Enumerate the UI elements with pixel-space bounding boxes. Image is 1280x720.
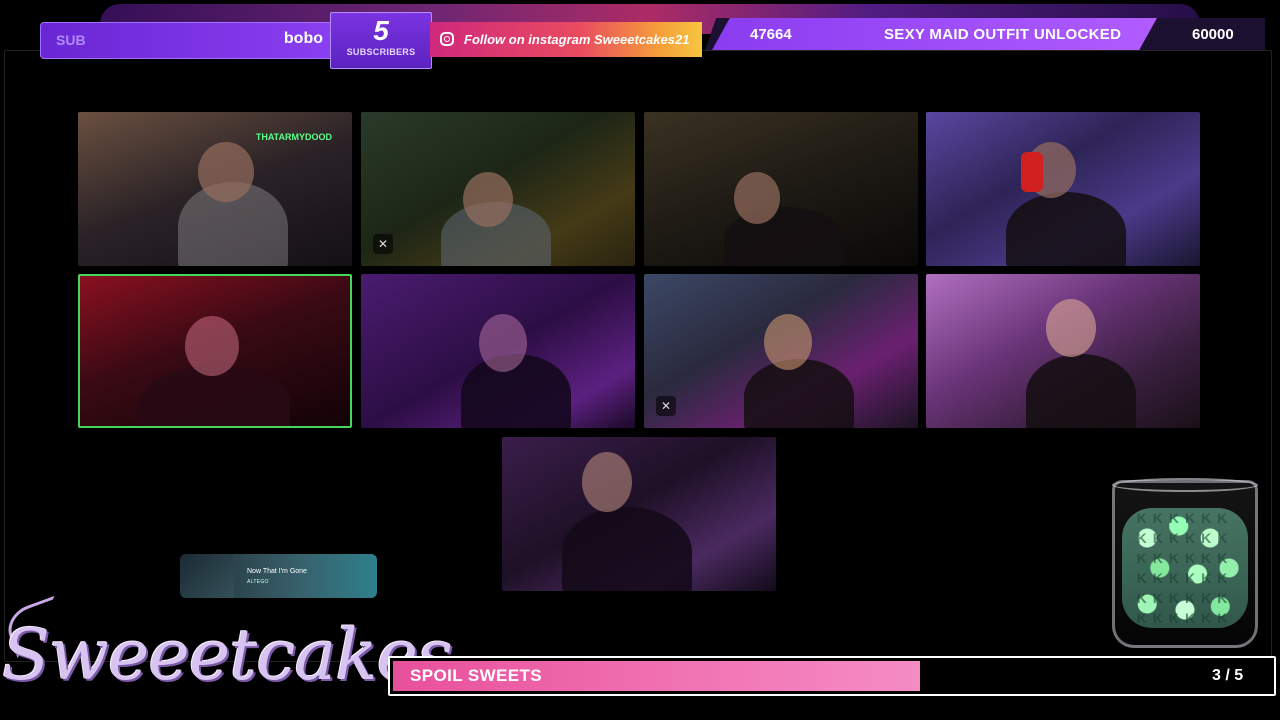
video-tile-3[interactable]: [644, 112, 918, 266]
neon-sign: THATARMYDOOD: [255, 132, 332, 142]
participant-head: [198, 142, 254, 202]
now-playing-widget: Now That I'm Gone ALTEGO: [180, 554, 377, 598]
goal-target-value: 60000: [1192, 26, 1234, 43]
video-tile-1[interactable]: THATARMYDOOD: [78, 112, 352, 266]
goal-text: SEXY MAID OUTFIT UNLOCKED: [884, 26, 1122, 43]
subscriber-count: 5: [373, 15, 389, 46]
spoil-progress-count: 3 / 5: [1212, 667, 1244, 684]
album-art: [180, 554, 234, 598]
track-title: Now That I'm Gone: [247, 568, 307, 575]
spoil-progress-label: SPOIL SWEETS: [410, 666, 543, 685]
latest-sub-name: bobo: [283, 30, 323, 47]
participant-head: [1046, 299, 1096, 357]
red-cup: [1021, 152, 1043, 192]
subscriber-count-label: SUBSCRIBERS: [346, 47, 416, 57]
participant-head: [582, 452, 632, 512]
video-tile-2[interactable]: ✕: [361, 112, 635, 266]
instagram-text: Follow on instagram Sweeetcakes21: [464, 32, 690, 47]
track-artist: ALTEGO: [247, 579, 269, 585]
video-tile-7[interactable]: ✕: [644, 274, 918, 428]
instagram-banner: Follow on instagram Sweeetcakes21: [430, 22, 702, 57]
subscriber-count-box: 5 SUBSCRIBERS: [330, 12, 432, 69]
participant-head: [185, 316, 239, 376]
participant-head: [463, 172, 513, 227]
video-tile-4[interactable]: [926, 112, 1200, 266]
tip-jar-rim: [1112, 478, 1258, 492]
participant-silhouette: [1026, 354, 1136, 428]
video-tile-6[interactable]: [361, 274, 635, 428]
goal-current-value: 47664: [750, 26, 792, 43]
participant-head: [479, 314, 527, 372]
instagram-icon: [440, 32, 454, 46]
channel-logo: Sweeetcakes: [2, 614, 453, 696]
mic-muted-icon: ✕: [656, 396, 676, 416]
video-tile-8[interactable]: [926, 274, 1200, 428]
participant-silhouette: [744, 359, 854, 428]
participant-head: [734, 172, 780, 224]
participant-silhouette: [1006, 192, 1126, 266]
mic-muted-icon: ✕: [373, 234, 393, 254]
participant-silhouette: [562, 507, 692, 591]
tip-jar: [1112, 480, 1258, 648]
video-tile-5[interactable]: [78, 274, 352, 428]
latest-sub-bar: SUB bobo: [40, 22, 332, 59]
video-tile-9[interactable]: [502, 437, 776, 591]
participant-head: [764, 314, 812, 370]
sub-label: SUB: [56, 32, 86, 48]
